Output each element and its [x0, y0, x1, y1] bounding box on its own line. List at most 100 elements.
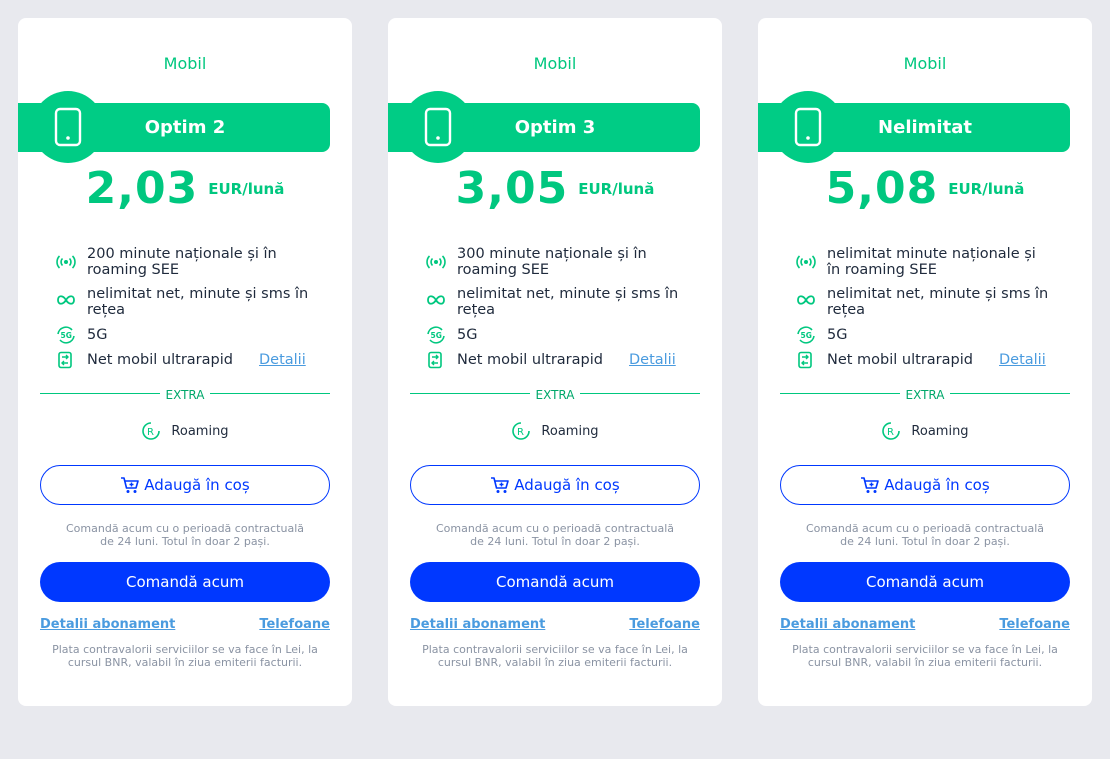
5g-icon: 5G	[426, 326, 446, 348]
mobile-phone-icon	[772, 91, 844, 163]
contract-note: Comandă acum cu o perioadă contractuală …	[806, 522, 1044, 548]
feature-item: 300 minute naționale și în roaming SEE	[426, 246, 679, 278]
roaming-extra: R Roaming	[388, 421, 722, 441]
phones-link[interactable]: Telefoane	[259, 617, 330, 632]
infinity-icon	[426, 294, 446, 310]
price-unit: EUR/lună	[578, 179, 655, 198]
price-unit: EUR/lună	[208, 179, 285, 198]
order-now-button[interactable]: Comandă acum	[40, 562, 330, 602]
infinity-icon	[56, 294, 76, 310]
feature-item: nelimitat net, minute și sms în rețea	[796, 286, 1049, 318]
phones-link[interactable]: Telefoane	[999, 617, 1070, 632]
5g-icon: 5G	[56, 326, 76, 348]
feature-item: 5G 5G	[426, 326, 679, 344]
plan-category: Mobil	[533, 54, 577, 73]
infinity-icon	[796, 294, 816, 310]
feature-text: 5G	[457, 327, 478, 343]
links-row: Detalii abonament Telefoane	[410, 617, 700, 633]
subscription-details-link[interactable]: Detalii abonament	[40, 617, 175, 632]
feature-item: Net mobil ultrarapid Detalii	[56, 351, 346, 369]
subscription-details-link[interactable]: Detalii abonament	[410, 617, 545, 632]
feature-text: 5G	[827, 327, 848, 343]
cart-icon	[121, 477, 140, 493]
roaming-extra: R Roaming	[758, 421, 1092, 441]
extra-label: EXTRA	[18, 384, 352, 403]
feature-item: 5G 5G	[796, 326, 1049, 344]
svg-text:5G: 5G	[431, 331, 442, 340]
cart-icon	[491, 477, 510, 493]
data-transfer-icon	[796, 351, 814, 373]
signal-icon	[796, 254, 816, 274]
plan-category: Mobil	[163, 54, 207, 73]
roaming-label: Roaming	[541, 423, 599, 439]
svg-text:5G: 5G	[61, 331, 72, 340]
roaming-icon: R	[142, 422, 161, 440]
payment-note: Plata contravalorii serviciilor se va fa…	[52, 643, 318, 669]
extra-label-text: EXTRA	[529, 388, 581, 402]
feature-text: nelimitat net, minute și sms în rețea	[457, 286, 679, 318]
signal-icon	[426, 254, 446, 274]
cart-icon	[861, 477, 880, 493]
feature-text: 200 minute naționale și în roaming SEE	[87, 246, 277, 278]
details-link[interactable]: Detalii	[999, 352, 1046, 368]
plan-card: Mobil Optim 3 3,05 EUR/lună 300 minute n…	[388, 18, 722, 706]
add-to-cart-button[interactable]: Adaugă în coș	[780, 465, 1070, 505]
contract-note: Comandă acum cu o perioadă contractuală …	[66, 522, 304, 548]
mobile-phone-icon	[402, 91, 474, 163]
feature-text: nelimitat minute naționale și în roaming…	[827, 246, 1036, 278]
svg-text:R: R	[147, 427, 154, 438]
links-row: Detalii abonament Telefoane	[40, 617, 330, 633]
plan-card: Mobil Optim 2 2,03 EUR/lună 200 minute n…	[18, 18, 352, 706]
payment-note: Plata contravalorii serviciilor se va fa…	[792, 643, 1058, 669]
feature-text: nelimitat net, minute și sms în rețea	[827, 286, 1049, 318]
phones-link[interactable]: Telefoane	[629, 617, 700, 632]
feature-item: Net mobil ultrarapid Detalii	[426, 351, 716, 369]
plan-card: Mobil Nelimitat 5,08 EUR/lună nelimitat …	[758, 18, 1092, 706]
roaming-label: Roaming	[171, 423, 229, 439]
feature-item: 5G 5G	[56, 326, 309, 344]
order-now-button[interactable]: Comandă acum	[410, 562, 700, 602]
details-link[interactable]: Detalii	[259, 352, 306, 368]
order-now-button[interactable]: Comandă acum	[780, 562, 1070, 602]
price-unit: EUR/lună	[948, 179, 1025, 198]
5g-icon: 5G	[796, 326, 816, 348]
feature-item: Net mobil ultrarapid Detalii	[796, 351, 1086, 369]
extra-label: EXTRA	[388, 384, 722, 403]
data-transfer-icon	[426, 351, 444, 373]
roaming-icon: R	[882, 422, 901, 440]
plan-category: Mobil	[903, 54, 947, 73]
price-row: 3,05 EUR/lună	[388, 163, 722, 214]
signal-icon	[56, 254, 76, 274]
add-to-cart-label: Adaugă în coș	[884, 476, 990, 494]
svg-text:R: R	[517, 427, 524, 438]
add-to-cart-label: Adaugă în coș	[144, 476, 250, 494]
price-row: 2,03 EUR/lună	[18, 163, 352, 214]
feature-item: nelimitat minute naționale și în roaming…	[796, 246, 1049, 278]
roaming-icon: R	[512, 422, 531, 440]
roaming-extra: R Roaming	[18, 421, 352, 441]
feature-item: 200 minute naționale și în roaming SEE	[56, 246, 309, 278]
extra-label-text: EXTRA	[159, 388, 211, 402]
feature-text: 300 minute naționale și în roaming SEE	[457, 246, 647, 278]
price-amount: 2,03	[85, 163, 199, 214]
feature-item: nelimitat net, minute și sms în rețea	[426, 286, 679, 318]
feature-text: nelimitat net, minute și sms în rețea	[87, 286, 309, 318]
price-amount: 5,08	[825, 163, 939, 214]
roaming-label: Roaming	[911, 423, 969, 439]
links-row: Detalii abonament Telefoane	[780, 617, 1070, 633]
extra-label-text: EXTRA	[899, 388, 951, 402]
price-amount: 3,05	[455, 163, 569, 214]
details-link[interactable]: Detalii	[629, 352, 676, 368]
add-to-cart-button[interactable]: Adaugă în coș	[410, 465, 700, 505]
price-row: 5,08 EUR/lună	[758, 163, 1092, 214]
feature-item: nelimitat net, minute și sms în rețea	[56, 286, 309, 318]
add-to-cart-label: Adaugă în coș	[514, 476, 620, 494]
extra-label: EXTRA	[758, 384, 1092, 403]
mobile-phone-icon	[32, 91, 104, 163]
add-to-cart-button[interactable]: Adaugă în coș	[40, 465, 330, 505]
svg-text:5G: 5G	[801, 331, 812, 340]
payment-note: Plata contravalorii serviciilor se va fa…	[422, 643, 688, 669]
subscription-details-link[interactable]: Detalii abonament	[780, 617, 915, 632]
plan-cards-container: Mobil Optim 2 2,03 EUR/lună 200 minute n…	[0, 0, 1110, 759]
contract-note: Comandă acum cu o perioadă contractuală …	[436, 522, 674, 548]
